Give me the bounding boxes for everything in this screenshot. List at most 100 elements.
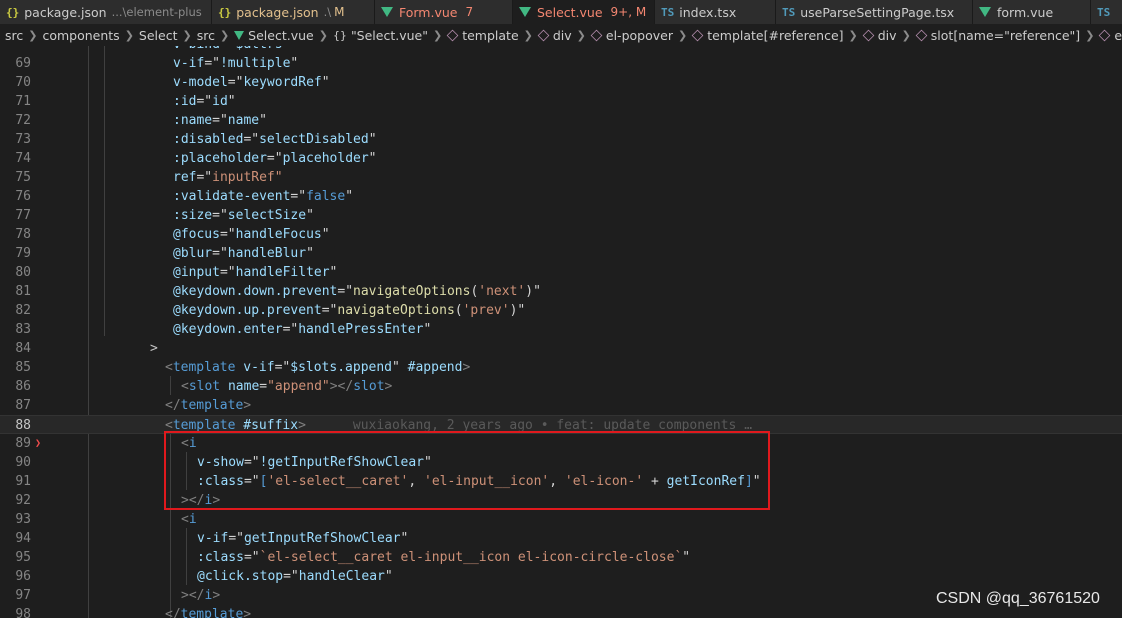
code-line[interactable]: 73:disabled="selectDisabled"	[0, 130, 1122, 149]
code-line[interactable]: 85 <template v-if="$slots.append" #append…	[0, 358, 1122, 377]
code-line[interactable]: 95:class="`el-select__caret el-input__ic…	[0, 548, 1122, 567]
breadcrumb-label: src	[196, 27, 215, 43]
code-line[interactable]: 79 @blur="handleBlur"	[0, 244, 1122, 263]
code-token: "	[274, 170, 283, 185]
tab-label: package.json	[236, 4, 319, 20]
breadcrumb-label: src	[5, 27, 24, 43]
tab-label: useParseSettingPage.tsx	[800, 4, 955, 20]
code-line[interactable]: 77:size="selectSize"	[0, 206, 1122, 225]
code-token: >	[243, 607, 252, 618]
json-file-icon: {}	[6, 5, 20, 19]
element-symbol-icon	[862, 29, 875, 41]
code-text: </template>	[165, 605, 251, 618]
code-line[interactable]: 74:placeholder="placeholder"	[0, 149, 1122, 168]
code-line[interactable]: 84 >	[0, 339, 1122, 358]
code-text: :name="name"	[173, 111, 267, 130]
code-token: ="	[228, 531, 244, 546]
tab-package-json[interactable]: {} package.json ...\element-plus	[0, 0, 212, 24]
code-token: ="	[212, 246, 228, 261]
code-line[interactable]: 93 <i	[0, 510, 1122, 529]
breadcrumb-item[interactable]: el-input	[1099, 28, 1122, 43]
breadcrumb-item[interactable]: components	[42, 28, 119, 43]
code-line[interactable]: 76:validate-event="false"	[0, 187, 1122, 206]
fold-chevron-icon[interactable]: >	[150, 339, 158, 358]
code-line[interactable]: 80 @input="handleFilter"	[0, 263, 1122, 282]
line-number: 72	[15, 113, 31, 128]
tab-form-vue[interactable]: Form.vue 7	[375, 0, 513, 24]
code-token: v-model	[173, 75, 228, 90]
code-line[interactable]: 75 ref="inputRef"	[0, 168, 1122, 187]
tab-form-vue[interactable]: form.vue	[973, 0, 1091, 24]
code-token: name	[227, 379, 260, 394]
line-number: 75	[15, 170, 31, 185]
json-file-icon: {}	[218, 5, 232, 19]
code-token: "	[533, 284, 541, 299]
code-text: @blur="handleBlur"	[173, 244, 314, 263]
code-token: @focus	[173, 227, 220, 242]
code-token: #append	[407, 360, 463, 375]
code-token: >	[212, 588, 221, 603]
code-token: ="	[219, 227, 236, 242]
code-line[interactable]: 72 :name="name"	[0, 111, 1122, 130]
code-text: :class="`el-select__caret el-input__icon…	[197, 548, 690, 567]
code-token: "	[329, 265, 338, 280]
code-text: @keydown.up.prevent="navigateOptions('pr…	[173, 301, 525, 320]
line-number: 94	[15, 531, 31, 546]
tab-label: index.tsx	[679, 4, 737, 20]
code-line[interactable]: 82 @keydown.up.prevent="navigateOptions('…	[0, 301, 1122, 320]
line-number: 71	[15, 94, 31, 109]
breadcrumb-item[interactable]: div	[537, 28, 572, 43]
code-line[interactable]: 69 v-if="!multiple"	[0, 54, 1122, 73]
code-text: :placeholder="placeholder"	[173, 149, 377, 168]
code-token: :placeholder	[173, 151, 267, 166]
code-line[interactable]: 96 @click.stop="handleClear"	[0, 567, 1122, 586]
code-line[interactable]: 83 @keydown.enter="handlePressEnter"	[0, 320, 1122, 339]
breadcrumb-item[interactable]: template[#reference]	[691, 28, 844, 43]
code-token: "	[517, 303, 526, 318]
breadcrumb-item[interactable]: el-popover	[590, 28, 673, 43]
chevron-right-icon: ❯	[576, 28, 586, 42]
error-marker-icon: ❯	[35, 438, 42, 449]
code-text: @focus="handleFocus"	[173, 225, 330, 244]
code-line[interactable]: 86 <slot name="append"></slot>	[0, 377, 1122, 396]
code-token: ="	[212, 208, 228, 223]
code-token: ="	[243, 550, 260, 565]
code-text: :id="id"	[173, 92, 236, 111]
chevron-right-icon: ❯	[848, 28, 858, 42]
code-token: </	[165, 398, 181, 413]
code-token: "	[321, 75, 330, 90]
breadcrumb-label: Select	[138, 27, 178, 43]
line-number: 98	[15, 607, 31, 618]
line-number: 77	[15, 208, 31, 223]
code-token: "	[227, 94, 236, 109]
breadcrumb-item[interactable]: template	[446, 28, 519, 43]
tab-select-vue[interactable]: Select.vue9+, M✕	[513, 0, 664, 24]
code-line[interactable]: 78 @focus="handleFocus"	[0, 225, 1122, 244]
code-line[interactable]: 87 </template>	[0, 396, 1122, 415]
code-line[interactable]: 94 v-if="getInputRefShowClear"	[0, 529, 1122, 548]
tab-overflow[interactable]: TS	[1091, 0, 1122, 24]
code-line[interactable]: 71 :id="id"	[0, 92, 1122, 111]
line-number: 86	[15, 379, 31, 394]
breadcrumb-item[interactable]: src	[5, 28, 23, 43]
code-text: @keydown.down.prevent="navigateOptions('…	[173, 282, 541, 301]
code-line[interactable]: v-bind="$attrs"	[0, 46, 1122, 54]
tab-useparsesettingpage-tsx[interactable]: TS useParseSettingPage.tsx	[776, 0, 973, 24]
tab-package-json[interactable]: {} package.json .\ M	[212, 0, 375, 24]
breadcrumb-item[interactable]: slot[name="reference"]	[915, 28, 1080, 43]
code-line[interactable]: 70 v-model="keywordRef"	[0, 73, 1122, 92]
breadcrumb-item[interactable]: src	[197, 28, 215, 43]
code-line[interactable]: 81 @keydown.down.prevent="navigateOptions…	[0, 282, 1122, 301]
breadcrumb-item[interactable]: {} "Select.vue"	[333, 28, 428, 43]
code-token: v-if	[197, 531, 229, 546]
chevron-right-icon: ❯	[318, 28, 328, 42]
code-editor[interactable]: v-bind="$attrs"69v-if="!multiple"70v-mod…	[0, 46, 1122, 618]
tab-index-tsx[interactable]: TS index.tsx	[655, 0, 776, 24]
breadcrumb-item[interactable]: div	[862, 28, 897, 43]
code-token: :name	[173, 113, 213, 128]
line-number: 81	[15, 284, 31, 299]
code-text: ref="inputRef"	[173, 168, 283, 187]
breadcrumb-item[interactable]: Select.vue	[234, 28, 314, 43]
breadcrumb-item[interactable]: Select	[139, 28, 178, 43]
